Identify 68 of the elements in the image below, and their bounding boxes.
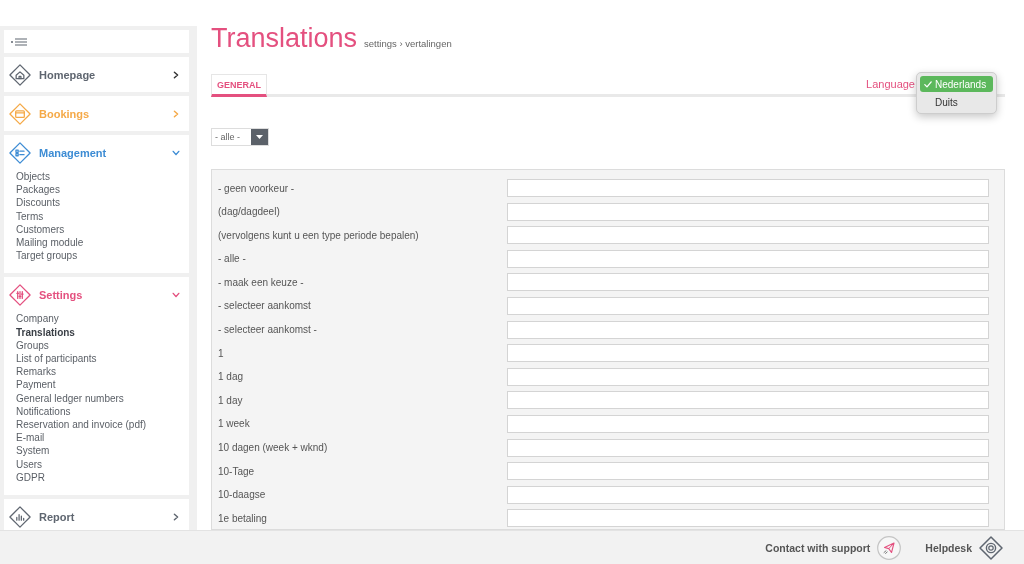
sidebar-link[interactable]: Company: [16, 312, 59, 326]
term-label: (vervolgens kunt u een type periode bepalen): [218, 229, 420, 241]
sidebar-link[interactable]: Packages: [16, 183, 60, 197]
translation-input[interactable]: [507, 414, 989, 433]
sidebar-link[interactable]: General ledger numbers: [16, 391, 124, 405]
term-label: 1 dag: [218, 371, 245, 383]
translation-input[interactable]: [507, 296, 989, 315]
menu-icon: [11, 37, 27, 46]
term-label: 10 dagen (week + wknd): [218, 442, 329, 454]
helpdesk-link[interactable]: Helpdesk: [925, 535, 1003, 560]
term-label: 1 week: [218, 418, 251, 430]
term-label: 1e betaling: [218, 512, 268, 524]
sidebar-link[interactable]: Terms: [16, 209, 44, 223]
term-label: 10-daagse: [218, 489, 267, 501]
translation-input[interactable]: [507, 485, 989, 504]
translation-input[interactable]: [507, 509, 989, 528]
sidebar-link[interactable]: Groups: [16, 338, 49, 353]
sidebar-link[interactable]: List of participants: [16, 352, 97, 366]
sidebar-link[interactable]: Payment: [16, 378, 56, 392]
breadcrumb: settings › vertalingen: [364, 38, 452, 49]
paper-plane-icon: [877, 535, 902, 560]
support-link[interactable]: Contact with support: [765, 535, 902, 560]
sidebar-link[interactable]: Reservation and invoice (pdf): [16, 418, 147, 432]
translation-input[interactable]: [507, 249, 989, 268]
translation-input[interactable]: [507, 391, 989, 410]
term-label: - geen voorkeur -: [218, 182, 296, 194]
sidebar-link[interactable]: Discounts: [16, 196, 60, 210]
translation-input[interactable]: [507, 462, 989, 481]
term-label: (dag/dagdeel): [218, 206, 281, 218]
language-option[interactable]: Duits: [920, 94, 993, 110]
lifebuoy-icon: [979, 535, 1003, 560]
translation-input[interactable]: [507, 320, 989, 339]
term-label: - selecteer aankomst -: [218, 324, 318, 336]
term-label: 1 day: [218, 394, 244, 406]
sidebar-link[interactable]: Notifications: [16, 404, 71, 419]
translation-input[interactable]: [507, 179, 989, 197]
translation-input[interactable]: [507, 226, 989, 245]
translation-input[interactable]: [507, 438, 989, 457]
page-title: Translations: [211, 22, 358, 54]
translation-input[interactable]: [507, 344, 989, 363]
caret-icon: [251, 129, 268, 145]
translation-input[interactable]: [507, 202, 989, 221]
sidebar-link[interactable]: GDPR: [16, 470, 45, 485]
term-label: - alle -: [218, 253, 247, 265]
sidebar-section[interactable]: Report: [4, 499, 189, 530]
translation-input[interactable]: [507, 367, 989, 386]
menu-toggle-button[interactable]: [4, 30, 189, 53]
term-label: - maak een keuze -: [218, 276, 305, 288]
sidebar-section[interactable]: Homepage: [4, 57, 189, 92]
sidebar-section[interactable]: Settings: [4, 277, 189, 313]
sidebar-link[interactable]: Users: [16, 457, 43, 471]
translation-input[interactable]: [507, 273, 989, 292]
term-label: 10-Tage: [218, 465, 256, 477]
term-label: - selecteer aankomst: [218, 300, 312, 312]
sidebar-link[interactable]: System: [16, 444, 50, 458]
sidebar-link[interactable]: Objects: [16, 170, 50, 184]
sidebar-link[interactable]: Remarks: [16, 365, 56, 379]
filter-select[interactable]: - alle -: [211, 128, 269, 146]
check-icon: [924, 80, 932, 88]
sidebar-link[interactable]: E-mail: [16, 431, 45, 445]
sidebar-link[interactable]: Translations: [16, 325, 75, 339]
language-label: Language: [866, 78, 915, 90]
sidebar-link[interactable]: Target groups: [16, 249, 78, 263]
sidebar-section[interactable]: Management: [4, 135, 189, 170]
tab[interactable]: GENERAL: [211, 74, 267, 97]
sidebar-link[interactable]: Customers: [16, 222, 65, 236]
sidebar-link[interactable]: Mailing module: [16, 236, 84, 250]
term-label: 1: [218, 347, 225, 359]
